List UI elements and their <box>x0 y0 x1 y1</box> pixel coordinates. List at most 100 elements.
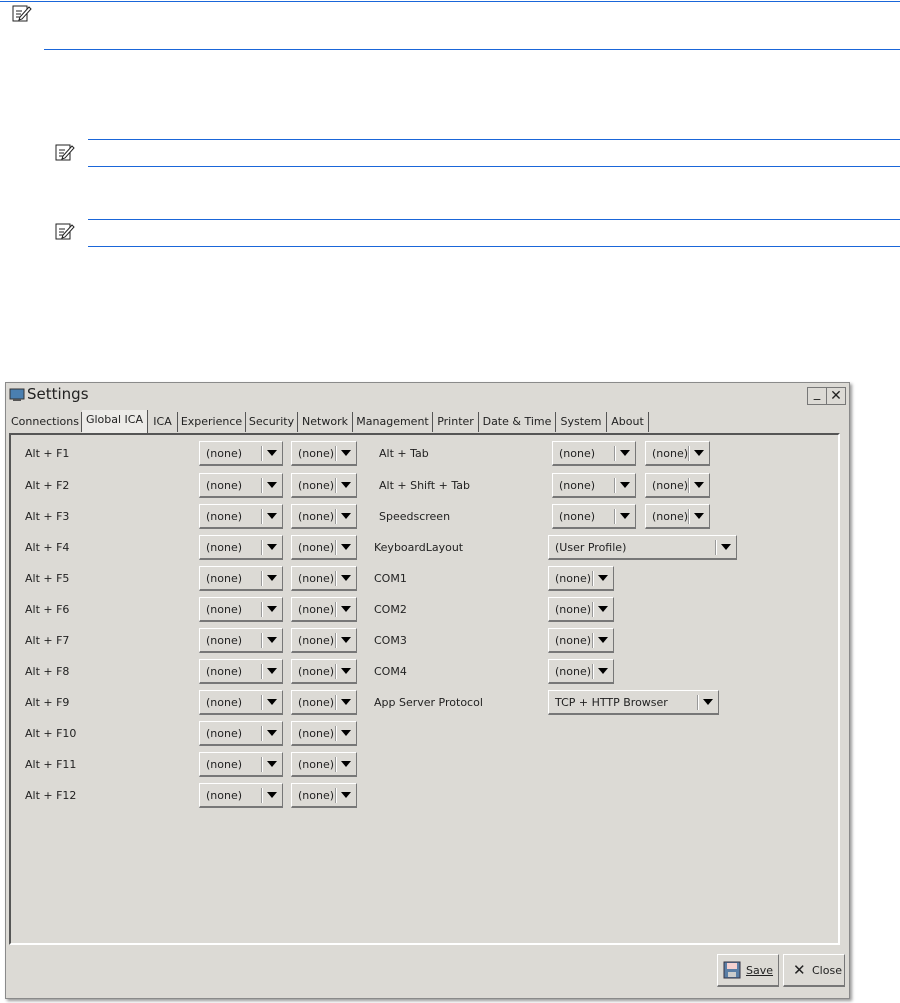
combo-separator <box>592 602 594 617</box>
com-port-select[interactable]: (none) <box>548 628 614 653</box>
minimize-button[interactable]: _ <box>807 387 827 405</box>
shortcut-select-primary[interactable]: (none) <box>199 566 283 591</box>
tab-security[interactable]: Security <box>246 412 298 432</box>
tab-network[interactable]: Network <box>298 412 353 432</box>
shortcut-select-secondary[interactable]: (none) <box>645 504 710 529</box>
shortcut-select-primary[interactable]: (none) <box>199 721 283 746</box>
combo-separator <box>614 509 616 524</box>
shortcut-label: Alt + F9 <box>25 696 70 709</box>
chevron-down-icon <box>598 637 608 643</box>
shortcut-label: Alt + F3 <box>25 510 70 523</box>
shortcut-select-primary[interactable]: (none) <box>199 473 283 498</box>
setting-label: COM4 <box>374 665 407 678</box>
combo-separator <box>592 571 594 586</box>
shortcut-select-secondary[interactable]: (none) <box>291 473 357 498</box>
chevron-down-icon <box>598 606 608 612</box>
app-server-protocol-select[interactable]: TCP + HTTP Browser <box>548 690 719 715</box>
shortcut-select-secondary[interactable]: (none) <box>291 597 357 622</box>
chevron-down-icon <box>341 482 351 488</box>
shortcut-select-primary[interactable]: (none) <box>199 752 283 777</box>
shortcut-select-secondary[interactable]: (none) <box>291 535 357 560</box>
shortcut-select-primary[interactable]: (none) <box>199 659 283 684</box>
chevron-down-icon <box>341 606 351 612</box>
close-label: Close <box>812 964 842 977</box>
note-top-rule <box>0 1 900 2</box>
shortcut-select-secondary[interactable]: (none) <box>291 441 357 466</box>
tab-date-time[interactable]: Date & Time <box>479 412 556 432</box>
tab-printer[interactable]: Printer <box>433 412 479 432</box>
chevron-down-icon <box>703 699 713 705</box>
setting-label: COM2 <box>374 603 407 616</box>
combo-separator <box>614 446 616 461</box>
shortcut-select-secondary[interactable]: (none) <box>291 659 357 684</box>
chevron-down-icon <box>598 668 608 674</box>
shortcut-label: Alt + F4 <box>25 541 70 554</box>
chevron-down-icon <box>267 792 277 798</box>
shortcut-select-primary[interactable]: (none) <box>199 535 283 560</box>
com-port-select[interactable]: (none) <box>548 566 614 591</box>
close-button[interactable]: ✕ Close <box>783 954 845 987</box>
chevron-down-icon <box>267 606 277 612</box>
shortcut-select-secondary[interactable]: (none) <box>645 473 710 498</box>
chevron-down-icon <box>341 637 351 643</box>
close-x-icon: ✕ <box>793 961 806 979</box>
shortcut-select-primary[interactable]: (none) <box>199 628 283 653</box>
shortcut-select-primary[interactable]: (none) <box>552 473 636 498</box>
combo-separator <box>335 788 337 803</box>
shortcut-select-secondary[interactable]: (none) <box>291 504 357 529</box>
com-port-select[interactable]: (none) <box>548 597 614 622</box>
keyboard-layout-select[interactable]: (User Profile) <box>548 535 737 560</box>
tab-connections[interactable]: Connections <box>9 412 82 432</box>
shortcut-select-primary[interactable]: (none) <box>199 504 283 529</box>
shortcut-select-secondary[interactable]: (none) <box>645 441 710 466</box>
chevron-down-icon <box>721 544 731 550</box>
shortcut-select-primary[interactable]: (none) <box>552 504 636 529</box>
shortcut-select-secondary[interactable]: (none) <box>291 566 357 591</box>
shortcut-label: Alt + F7 <box>25 634 70 647</box>
tab-ica[interactable]: ICA <box>148 412 178 432</box>
shortcut-select-primary[interactable]: (none) <box>199 441 283 466</box>
combo-separator <box>261 633 263 648</box>
combo-separator <box>592 633 594 648</box>
chevron-down-icon <box>341 575 351 581</box>
shortcut-select-primary[interactable]: (none) <box>199 783 283 808</box>
com-port-select[interactable]: (none) <box>548 659 614 684</box>
setting-label: Speedscreen <box>379 510 451 523</box>
combo-separator <box>261 540 263 555</box>
floppy-disk-icon <box>723 961 741 979</box>
note-top-rule <box>88 139 900 140</box>
tab-experience[interactable]: Experience <box>178 412 246 432</box>
combo-separator <box>335 446 337 461</box>
save-label: Save <box>746 964 774 977</box>
combo-separator <box>688 509 690 524</box>
shortcut-select-primary[interactable]: (none) <box>552 441 636 466</box>
tab-management[interactable]: Management <box>353 412 433 432</box>
close-window-button[interactable]: ✕ <box>826 387 846 405</box>
combo-separator <box>335 478 337 493</box>
chevron-down-icon <box>341 699 351 705</box>
shortcut-select-secondary[interactable]: (none) <box>291 690 357 715</box>
combo-separator <box>261 509 263 524</box>
combo-separator <box>335 664 337 679</box>
setting-label: Alt + Shift + Tab <box>379 479 470 492</box>
shortcut-select-primary[interactable]: (none) <box>199 597 283 622</box>
combo-separator <box>697 695 699 710</box>
shortcut-select-secondary[interactable]: (none) <box>291 752 357 777</box>
shortcut-select-secondary[interactable]: (none) <box>291 721 357 746</box>
note-bottom-rule <box>44 49 900 50</box>
save-button[interactable]: Save <box>717 954 779 987</box>
combo-separator <box>261 446 263 461</box>
shortcut-select-primary[interactable]: (none) <box>199 690 283 715</box>
note-bottom-rule <box>88 166 900 167</box>
chevron-down-icon <box>267 761 277 767</box>
shortcut-select-secondary[interactable]: (none) <box>291 628 357 653</box>
chevron-down-icon <box>620 513 630 519</box>
combo-separator <box>261 695 263 710</box>
title-bar: Settings _ ✕ <box>6 383 849 405</box>
tab-system[interactable]: System <box>556 412 607 432</box>
shortcut-label: Alt + F8 <box>25 665 70 678</box>
shortcut-select-secondary[interactable]: (none) <box>291 783 357 808</box>
combo-separator <box>614 478 616 493</box>
tab-about[interactable]: About <box>607 412 649 432</box>
tab-global-ica[interactable]: Global ICA <box>82 410 148 433</box>
